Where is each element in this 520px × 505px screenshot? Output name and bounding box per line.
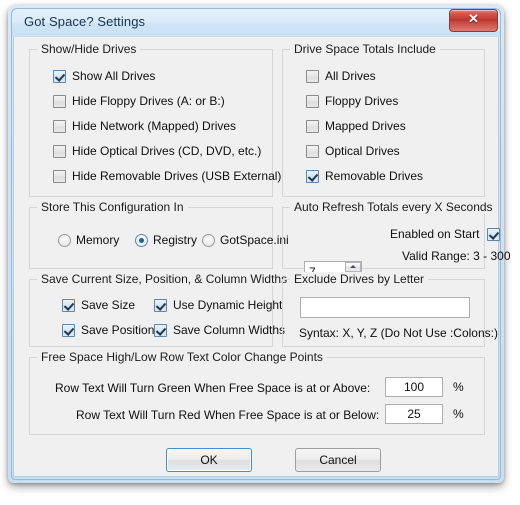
checkbox-label: Optical Drives	[325, 144, 400, 158]
checkbox-label: Floppy Drives	[325, 94, 399, 108]
checkbox-box	[306, 169, 319, 183]
checkbox-box	[62, 323, 75, 337]
checkbox-label: Mapped Drives	[325, 119, 406, 133]
group-auto-refresh: Auto Refresh Totals every X Seconds Enab…	[282, 200, 511, 269]
checkbox-box	[53, 169, 66, 183]
checkbox-label: Removable Drives	[325, 169, 424, 183]
group-exclude-drives: Exclude Drives by Letter Syntax: X, Y, Z…	[282, 272, 498, 347]
enabled-on-start-label: Enabled on Start	[390, 227, 480, 241]
checkbox-label: Save Column Widths	[173, 323, 286, 337]
checkbox-show-all-drives[interactable]: Show All Drives	[53, 69, 155, 83]
checkbox-box	[154, 323, 167, 337]
checkbox-hide-network-drives[interactable]: Hide Network (Mapped) Drives	[53, 119, 236, 133]
checkbox-box	[53, 119, 66, 133]
checkbox-totals-mapped-drives[interactable]: Mapped Drives	[306, 119, 406, 133]
radio-dot	[58, 233, 71, 247]
red-threshold-unit: %	[453, 407, 464, 421]
red-threshold-label: Row Text Will Turn Red When Free Space i…	[76, 408, 380, 422]
checkbox-save-column-widths[interactable]: Save Column Widths	[154, 323, 285, 337]
checkbox-label: Hide Network (Mapped) Drives	[72, 119, 237, 133]
checkbox-box	[487, 227, 501, 241]
checkbox-label: Use Dynamic Height	[173, 298, 283, 312]
green-threshold-unit: %	[453, 380, 464, 394]
exclude-drives-input[interactable]	[300, 297, 470, 318]
group-title-color-change-points: Free Space High/Low Row Text Color Chang…	[37, 350, 327, 364]
settings-dialog-window: Got Space? Settings ✕ Show/Hide Drives S…	[8, 5, 511, 483]
green-threshold-label: Row Text Will Turn Green When Free Space…	[55, 381, 371, 395]
close-glyph: ✕	[468, 11, 479, 26]
close-icon[interactable]: ✕	[449, 9, 498, 32]
checkbox-box	[306, 119, 319, 133]
group-title-store-configuration: Store This Configuration In	[37, 200, 188, 214]
checkbox-save-size[interactable]: Save Size	[62, 298, 135, 312]
checkbox-save-position[interactable]: Save Position	[62, 323, 154, 337]
radio-store-registry[interactable]: Registry	[135, 233, 197, 247]
checkbox-box	[53, 144, 66, 158]
checkbox-totals-optical-drives[interactable]: Optical Drives	[306, 144, 400, 158]
checkbox-box	[306, 94, 319, 108]
title-bar[interactable]: Got Space? Settings ✕	[12, 9, 500, 37]
checkbox-label: Hide Optical Drives (CD, DVD, etc.)	[72, 144, 262, 158]
group-save-current: Save Current Size, Position, & Column Wi…	[29, 272, 292, 347]
checkbox-totals-removable-drives[interactable]: Removable Drives	[306, 169, 423, 183]
checkbox-hide-optical-drives[interactable]: Hide Optical Drives (CD, DVD, etc.)	[53, 144, 261, 158]
checkbox-label: All Drives	[325, 69, 376, 83]
checkbox-box	[154, 298, 167, 312]
radio-label: GotSpace.ini	[220, 233, 289, 247]
radio-label: Registry	[153, 233, 198, 247]
checkbox-label: Hide Floppy Drives (A: or B:)	[72, 94, 225, 108]
checkbox-label: Show All Drives	[72, 69, 156, 83]
checkbox-label: Hide Removable Drives (USB External)	[72, 169, 282, 183]
group-title-drive-space-totals: Drive Space Totals Include	[290, 42, 440, 56]
group-drive-space-totals: Drive Space Totals Include All Drives Fl…	[282, 42, 485, 197]
dialog-client-area: Show/Hide Drives Show All Drives Hide Fl…	[13, 37, 511, 477]
checkbox-label: Save Size	[81, 298, 136, 312]
radio-store-gotspace-ini[interactable]: GotSpace.ini	[202, 233, 289, 247]
green-threshold-input[interactable]	[385, 377, 443, 397]
cancel-button[interactable]: Cancel	[295, 448, 381, 472]
radio-dot	[202, 233, 215, 247]
group-show-hide-drives: Show/Hide Drives Show All Drives Hide Fl…	[29, 42, 281, 197]
group-store-configuration: Store This Configuration In Memory Regis…	[29, 200, 289, 269]
checkbox-box	[53, 69, 66, 83]
checkbox-hide-removable-drives[interactable]: Hide Removable Drives (USB External)	[53, 169, 281, 183]
checkbox-totals-floppy-drives[interactable]: Floppy Drives	[306, 94, 398, 108]
checkbox-totals-all-drives[interactable]: All Drives	[306, 69, 376, 83]
valid-range-label: Valid Range: 3 - 300	[402, 249, 511, 263]
checkbox-hide-floppy-drives[interactable]: Hide Floppy Drives (A: or B:)	[53, 94, 225, 108]
checkbox-box	[306, 144, 319, 158]
group-title-show-hide-drives: Show/Hide Drives	[37, 42, 141, 56]
group-title-exclude-drives: Exclude Drives by Letter	[290, 272, 429, 286]
group-title-auto-refresh: Auto Refresh Totals every X Seconds	[290, 200, 497, 214]
checkbox-enabled-on-start[interactable]: Enabled on Start	[390, 227, 501, 241]
checkbox-use-dynamic-height[interactable]: Use Dynamic Height	[154, 298, 282, 312]
radio-store-memory[interactable]: Memory	[58, 233, 119, 247]
ok-button[interactable]: OK	[166, 448, 252, 472]
group-color-change-points: Free Space High/Low Row Text Color Chang…	[29, 350, 485, 435]
checkbox-label: Save Position	[81, 323, 155, 337]
checkbox-box	[62, 298, 75, 312]
radio-dot	[135, 233, 148, 247]
exclude-drives-syntax-hint: Syntax: X, Y, Z (Do Not Use :Colons:)	[299, 326, 498, 340]
window-title: Got Space? Settings	[24, 14, 146, 29]
radio-label: Memory	[76, 233, 120, 247]
stepper-up-icon[interactable]	[345, 262, 361, 272]
group-title-save-current: Save Current Size, Position, & Column Wi…	[37, 272, 292, 286]
checkbox-box	[53, 94, 66, 108]
checkbox-box	[306, 69, 319, 83]
red-threshold-input[interactable]	[385, 404, 443, 424]
